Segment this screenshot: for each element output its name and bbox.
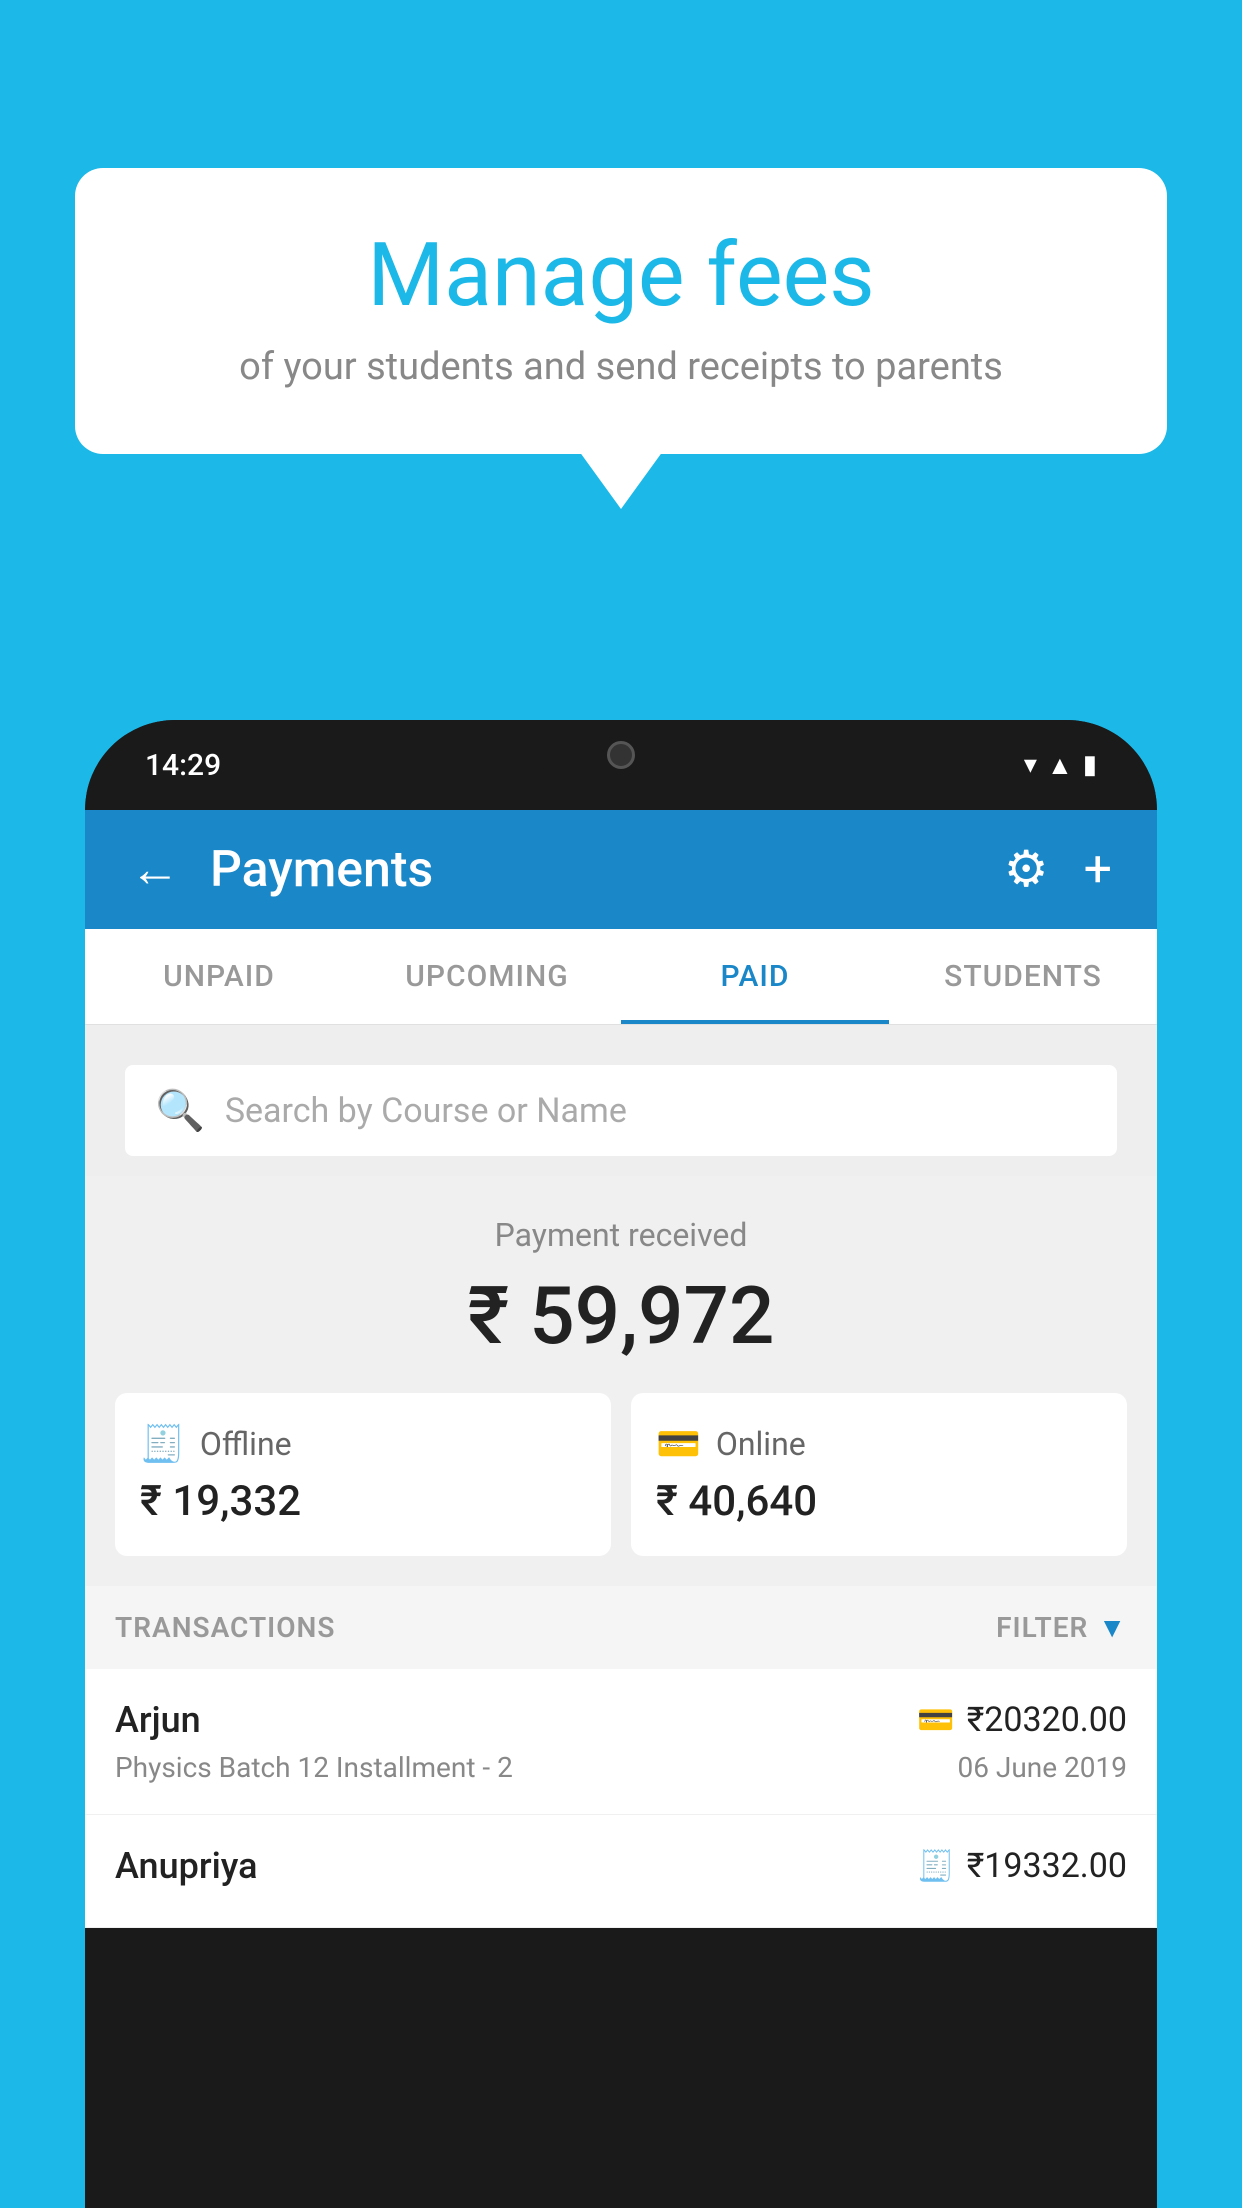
status-icons: ▾ ▲ ▮ <box>1024 750 1097 781</box>
payment-cards: 🧾 Offline ₹ 19,332 💳 Online ₹ 40,640 <box>115 1393 1127 1556</box>
transaction-bottom: Physics Batch 12 Installment - 2 06 June… <box>115 1751 1127 1784</box>
search-placeholder: Search by Course or Name <box>225 1091 627 1131</box>
signal-icon: ▲ <box>1047 750 1073 781</box>
transaction-course: Physics Batch 12 Installment - 2 <box>115 1751 513 1784</box>
payment-summary: Payment received ₹ 59,972 🧾 Offline ₹ 19… <box>85 1176 1157 1586</box>
battery-icon: ▮ <box>1083 750 1097 780</box>
transaction-top: Arjun 💳 ₹20320.00 <box>115 1699 1127 1741</box>
payment-received-label: Payment received <box>115 1216 1127 1254</box>
search-bar[interactable]: 🔍 Search by Course or Name <box>125 1065 1117 1156</box>
transaction-amount-wrap: 💳 ₹20320.00 <box>917 1700 1127 1740</box>
transaction-name: Arjun <box>115 1699 201 1741</box>
transaction-row: Arjun 💳 ₹20320.00 Physics Batch 12 Insta… <box>85 1669 1157 1815</box>
phone-status-bar: 14:29 ▾ ▲ ▮ <box>85 720 1157 810</box>
filter-text: FILTER <box>996 1611 1088 1644</box>
offline-pay-icon: 🧾 <box>917 1849 954 1884</box>
transaction-row: Anupriya 🧾 ₹19332.00 <box>85 1815 1157 1928</box>
offline-card: 🧾 Offline ₹ 19,332 <box>115 1393 611 1556</box>
search-icon: 🔍 <box>155 1087 205 1134</box>
back-button[interactable]: ← <box>130 840 180 899</box>
tabs-bar: UNPAID UPCOMING PAID STUDENTS <box>85 929 1157 1025</box>
payment-total-amount: ₹ 59,972 <box>115 1269 1127 1363</box>
page-title: Payments <box>210 841 974 899</box>
phone-camera <box>607 741 635 769</box>
wifi-icon: ▾ <box>1024 750 1037 780</box>
offline-card-header: 🧾 Offline <box>140 1423 586 1465</box>
offline-amount: ₹ 19,332 <box>140 1477 586 1526</box>
add-icon[interactable]: + <box>1084 841 1112 899</box>
tab-paid[interactable]: PAID <box>621 929 889 1024</box>
online-card: 💳 Online ₹ 40,640 <box>631 1393 1127 1556</box>
transaction-amount: ₹20320.00 <box>967 1700 1127 1740</box>
transactions-header: TRANSACTIONS FILTER ▼ <box>85 1586 1157 1669</box>
bubble-title: Manage fees <box>145 228 1097 325</box>
status-time: 14:29 <box>145 748 221 783</box>
app-screen: ← Payments ⚙ + UNPAID UPCOMING PAID STUD… <box>85 810 1157 1928</box>
offline-icon: 🧾 <box>140 1423 185 1465</box>
settings-icon[interactable]: ⚙ <box>1004 840 1049 899</box>
phone-notch <box>531 720 711 790</box>
transaction-name: Anupriya <box>115 1845 258 1887</box>
filter-icon: ▼ <box>1098 1611 1127 1644</box>
bubble-subtitle: of your students and send receipts to pa… <box>145 345 1097 389</box>
online-icon: 💳 <box>656 1423 701 1465</box>
filter-button[interactable]: FILTER ▼ <box>996 1611 1127 1644</box>
offline-label: Offline <box>200 1425 292 1463</box>
header-actions: ⚙ + <box>1004 840 1112 899</box>
transactions-label: TRANSACTIONS <box>115 1611 335 1644</box>
app-header: ← Payments ⚙ + <box>85 810 1157 929</box>
tab-students[interactable]: STUDENTS <box>889 929 1157 1024</box>
speech-bubble: Manage fees of your students and send re… <box>75 168 1167 454</box>
transaction-top: Anupriya 🧾 ₹19332.00 <box>115 1845 1127 1887</box>
online-amount: ₹ 40,640 <box>656 1477 1102 1526</box>
transaction-amount-wrap: 🧾 ₹19332.00 <box>917 1846 1127 1886</box>
tab-unpaid[interactable]: UNPAID <box>85 929 353 1024</box>
card-icon: 💳 <box>917 1703 954 1738</box>
transaction-date: 06 June 2019 <box>957 1751 1127 1784</box>
transaction-amount: ₹19332.00 <box>967 1846 1127 1886</box>
phone-frame: 14:29 ▾ ▲ ▮ ← Payments ⚙ + UNPAID UPCOMI… <box>85 720 1157 2208</box>
online-label: Online <box>716 1425 806 1463</box>
online-card-header: 💳 Online <box>656 1423 1102 1465</box>
tab-upcoming[interactable]: UPCOMING <box>353 929 621 1024</box>
